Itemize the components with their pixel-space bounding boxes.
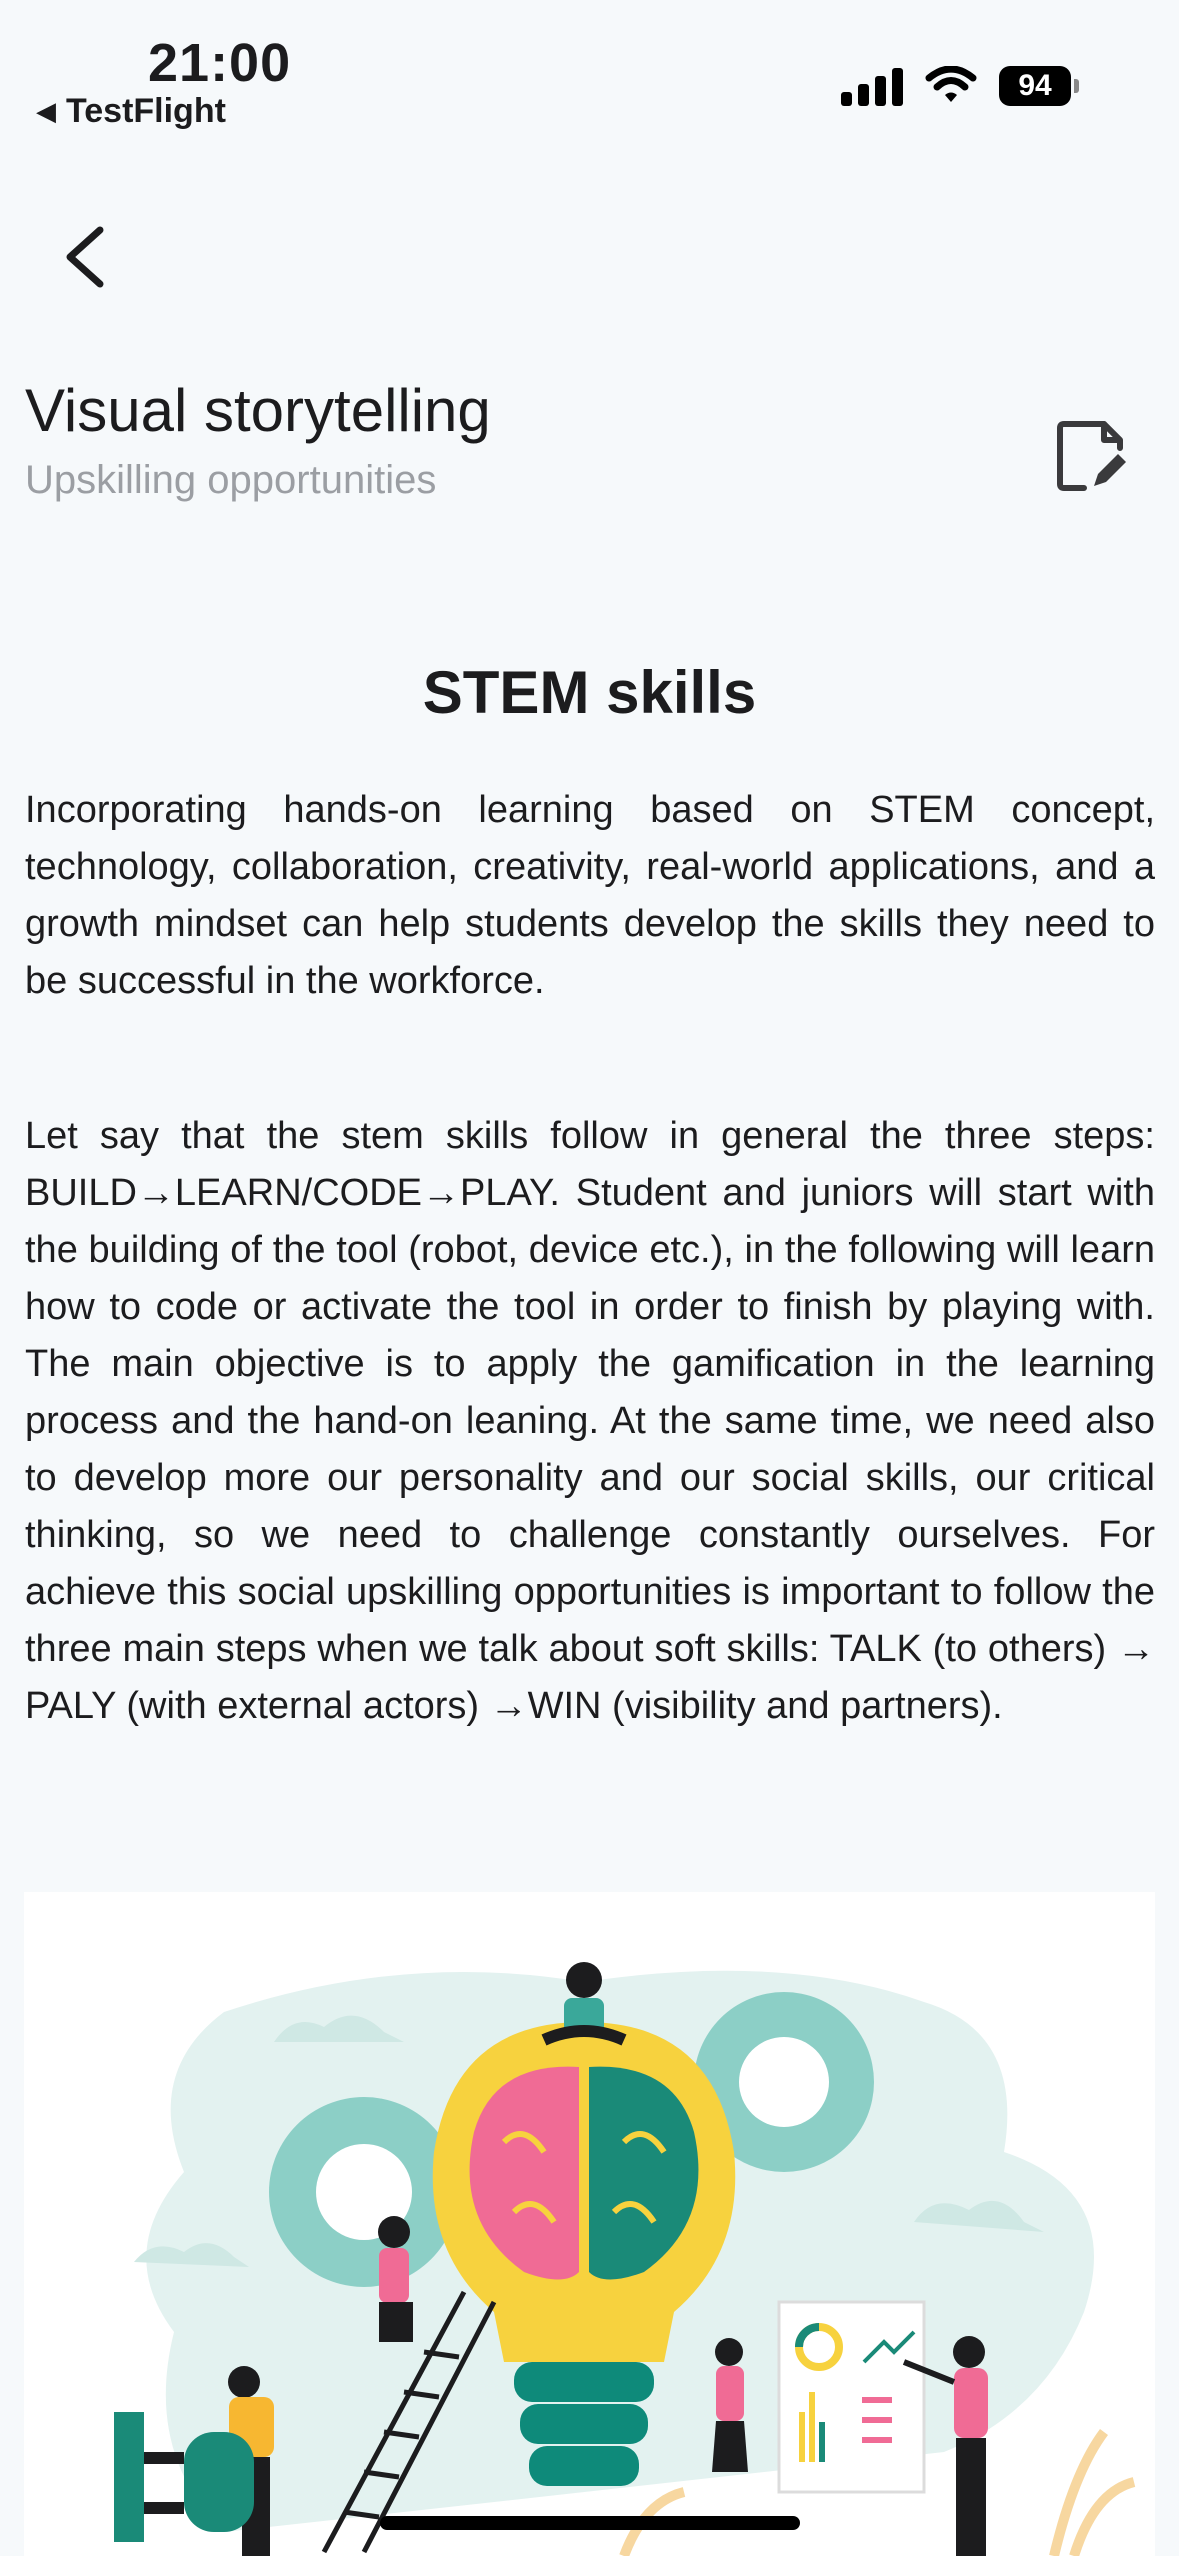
section-title: STEM skills [422,659,757,726]
chevron-left-icon[interactable] [56,222,116,292]
back-app-label: TestFlight [66,92,226,130]
paragraph-steps: Let say that the stem skills follow in g… [25,1115,1155,1727]
stem-illustration [24,1892,1155,2556]
status-bar: 21:00 ◀ TestFlight 94 [0,0,1179,140]
wifi-icon [925,66,977,102]
back-to-testflight[interactable]: ◀ TestFlight [36,92,226,131]
status-indicators: 94 [841,66,1079,106]
cellular-signal-icon [841,66,903,106]
battery-icon: 94 [999,66,1079,106]
page-title: Visual storytelling [25,377,491,444]
home-indicator [380,2516,800,2530]
edit-document-icon[interactable] [1054,418,1130,494]
status-time: 21:00 [148,33,292,93]
page-subtitle: Upskilling opportunities [25,458,437,502]
battery-level: 94 [999,66,1071,106]
back-triangle-icon: ◀ [36,96,56,126]
paragraph-intro: Incorporating hands-on learning based on… [25,789,1155,1002]
